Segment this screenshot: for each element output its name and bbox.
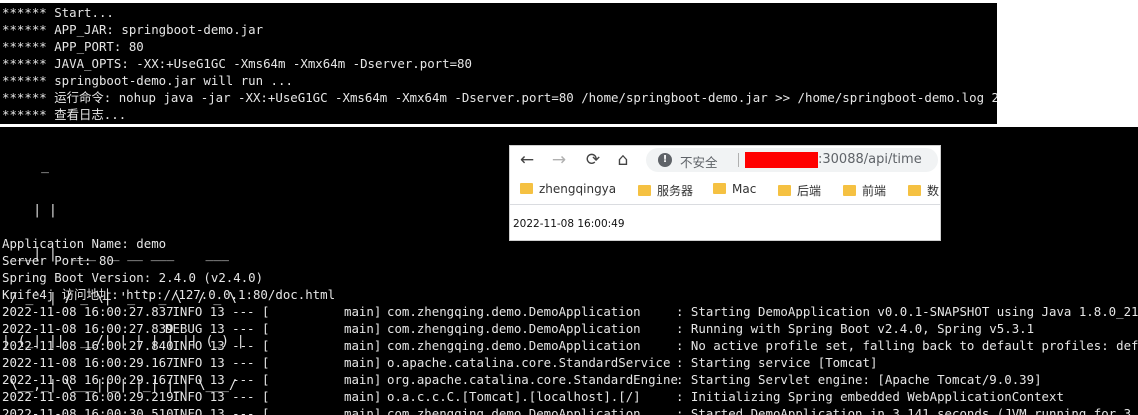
- bookmark-folder[interactable]: Mac: [713, 182, 756, 198]
- terminal-line: ****** springboot-demo.jar will run ...: [2, 73, 293, 88]
- separator: [738, 153, 739, 167]
- log-line: 2022-11-08 16:00:29.219 INFO 13 --- [ mai…: [0, 388, 1138, 405]
- terminal-line: ****** 运行命令: nohup java -jar -XX:+UseG1G…: [2, 90, 997, 105]
- log-level: INFO 13 --- [: [165, 355, 270, 370]
- bookmark-label: 后端: [797, 184, 822, 198]
- log-line: 2022-11-08 16:00:27.837 INFO 13 --- [ mai…: [0, 303, 1138, 320]
- log-timestamp: 2022-11-08 16:00:27.840: [2, 338, 174, 353]
- url-path[interactable]: :30088/api/time: [818, 152, 922, 167]
- log-timestamp: 2022-11-08 16:00:27.839: [2, 321, 174, 336]
- log-timestamp: 2022-11-08 16:00:29.167: [2, 355, 174, 370]
- log-timestamp: 2022-11-08 16:00:29.167: [2, 372, 174, 387]
- folder-icon: [520, 183, 533, 194]
- bookmark-folder[interactable]: zhengqingya: [520, 182, 616, 198]
- log-message: : No active profile set, falling back to…: [676, 338, 1138, 353]
- log-logger: com.zhengqing.demo.DemoApplication: [387, 406, 641, 415]
- log-level: INFO 13 --- [: [165, 389, 270, 404]
- log-thread: main]: [344, 355, 382, 370]
- back-arrow-icon[interactable]: ←: [516, 149, 538, 171]
- log-timestamp: 2022-11-08 16:00:27.837: [2, 304, 174, 319]
- folder-icon: [778, 185, 791, 196]
- warning-icon[interactable]: !: [658, 153, 672, 167]
- log-level: INFO 13 --- [: [165, 372, 270, 387]
- log-line: 2022-11-08 16:00:29.167 INFO 13 --- [ mai…: [0, 371, 1138, 388]
- folder-icon: [638, 185, 651, 196]
- log-message: : Running with Spring Boot v2.4.0, Sprin…: [676, 321, 1035, 336]
- log-logger: com.zhengqing.demo.DemoApplication: [387, 304, 641, 319]
- log-level: INFO 13 --- [: [165, 406, 270, 415]
- bookmark-label: 数: [927, 184, 940, 198]
- app-info-line: Knife4j 访问地址: http://127.0.0.1:80/doc.ht…: [2, 287, 336, 302]
- forward-arrow-icon[interactable]: →: [548, 149, 570, 171]
- browser-toolbar: ← → ⟳ ⌂ ! 不安全 :30088/api/time: [510, 146, 940, 174]
- insecure-label[interactable]: 不安全: [680, 152, 718, 171]
- log-message: : Starting service [Tomcat]: [676, 355, 878, 370]
- log-logger: org.apache.catalina.core.StandardEngine: [387, 372, 678, 387]
- browser-window: ← → ⟳ ⌂ ! 不安全 :30088/api/time zhengqingy…: [509, 145, 941, 241]
- bookmark-folder[interactable]: 前端: [843, 182, 886, 198]
- bookmark-folder[interactable]: 服务器: [638, 182, 693, 198]
- log-message: : Started DemoApplication in 3.141 secon…: [676, 406, 1138, 415]
- home-icon[interactable]: ⌂: [612, 149, 634, 171]
- bookmarks-bar: zhengqingya 服务器 Mac 后端 前端 数: [510, 176, 940, 205]
- bookmark-label: 前端: [862, 184, 887, 198]
- log-line: 2022-11-08 16:00:27.840 INFO 13 --- [ mai…: [0, 337, 1138, 354]
- log-thread: main]: [344, 406, 382, 415]
- app-info-line: Spring Boot Version: 2.4.0 (v2.4.0): [2, 270, 264, 285]
- folder-icon: [713, 183, 726, 194]
- terminal-line: ****** APP_JAR: springboot-demo.jar: [2, 22, 264, 37]
- log-level: DEBUG 13 --- [: [165, 321, 270, 336]
- bookmark-label: Mac: [732, 182, 757, 196]
- log-logger: o.apache.catalina.core.StandardService: [387, 355, 671, 370]
- log-line: 2022-11-08 16:00:30.510 INFO 13 --- [ mai…: [0, 405, 1138, 415]
- log-level: INFO 13 --- [: [165, 338, 270, 353]
- log-thread: main]: [344, 389, 382, 404]
- log-thread: main]: [344, 321, 382, 336]
- log-timestamp: 2022-11-08 16:00:30.510: [2, 406, 174, 415]
- terminal-line: ****** 查看日志...: [2, 107, 127, 122]
- log-logger: com.zhengqing.demo.DemoApplication: [387, 338, 641, 353]
- log-message: : Initializing Spring embedded WebApplic…: [676, 389, 1064, 404]
- log-timestamp: 2022-11-08 16:00:29.219: [2, 389, 174, 404]
- folder-icon: [908, 185, 921, 196]
- log-logger: o.a.c.c.C.[Tomcat].[localhost].[/]: [387, 389, 641, 404]
- log-logger: com.zhengqing.demo.DemoApplication: [387, 321, 641, 336]
- log-message: : Starting DemoApplication v0.0.1-SNAPSH…: [676, 304, 1138, 319]
- terminal-line: ****** Start...: [2, 5, 114, 20]
- bookmark-label: zhengqingya: [539, 182, 617, 196]
- log-line: 2022-11-08 16:00:29.167 INFO 13 --- [ mai…: [0, 354, 1138, 371]
- terminal-line: ****** APP_PORT: 80: [2, 39, 144, 54]
- bookmark-label: 服务器: [657, 184, 694, 198]
- terminal-line: ****** JAVA_OPTS: -XX:+UseG1GC -Xms64m -…: [2, 56, 472, 71]
- log-thread: main]: [344, 372, 382, 387]
- reload-icon[interactable]: ⟳: [582, 149, 604, 171]
- log-lines: 2022-11-08 16:00:27.837 INFO 13 --- [ mai…: [0, 303, 1138, 415]
- bookmark-folder[interactable]: 数: [908, 182, 939, 198]
- redacted-host: [745, 152, 818, 168]
- log-level: INFO 13 --- [: [165, 304, 270, 319]
- folder-icon: [843, 185, 856, 196]
- log-message: : Starting Servlet engine: [Apache Tomca…: [676, 372, 1042, 387]
- terminal-startup-output: ****** Start... ****** APP_JAR: springbo…: [0, 3, 997, 124]
- log-line: 2022-11-08 16:00:27.839 DEBUG 13 --- [ mai…: [0, 320, 1138, 337]
- page-content-time: 2022-11-08 16:00:49: [513, 218, 625, 230]
- address-bar[interactable]: ! 不安全 :30088/api/time: [646, 148, 938, 172]
- bookmark-folder[interactable]: 后端: [778, 182, 821, 198]
- log-thread: main]: [344, 304, 382, 319]
- log-thread: main]: [344, 338, 382, 353]
